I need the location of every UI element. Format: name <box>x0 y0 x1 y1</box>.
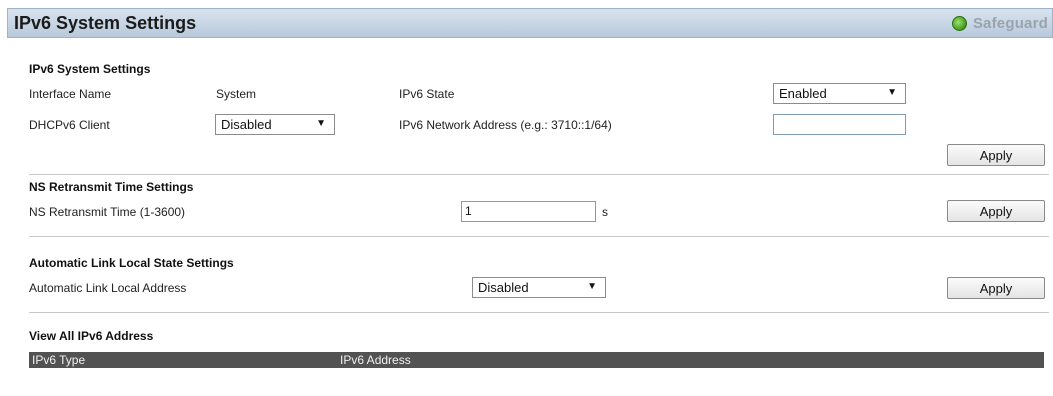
ipv6-address-table-header: IPv6 Type IPv6 Address <box>29 352 1044 368</box>
dhcpv6-client-label: DHCPv6 Client <box>29 118 110 132</box>
column-header-ipv6-address: IPv6 Address <box>340 353 411 367</box>
section-title-link-local: Automatic Link Local State Settings <box>29 256 234 270</box>
ipv6-state-select[interactable]: Enabled ▼ <box>773 83 906 104</box>
apply-button-ns-retransmit[interactable]: Apply <box>947 200 1045 222</box>
link-local-address-label: Automatic Link Local Address <box>29 281 187 295</box>
section-title-ns-retransmit: NS Retransmit Time Settings <box>29 180 194 194</box>
chevron-down-icon: ▼ <box>316 118 326 129</box>
network-address-label: IPv6 Network Address (e.g.: 3710::1/64) <box>399 118 612 132</box>
interface-name-value: System <box>216 87 257 101</box>
page-title: IPv6 System Settings <box>14 13 197 33</box>
safeguard-status-icon <box>951 16 967 31</box>
chevron-down-icon: ▼ <box>587 281 597 292</box>
link-local-address-selected: Disabled <box>478 280 529 295</box>
ns-retransmit-unit: s <box>602 205 608 219</box>
ns-retransmit-time-label: NS Retransmit Time (1-3600) <box>29 205 186 219</box>
link-local-address-select[interactable]: Disabled ▼ <box>472 277 606 298</box>
ipv6-state-label: IPv6 State <box>399 87 455 101</box>
safeguard-indicator: Safeguard <box>951 15 1048 32</box>
dhcpv6-client-selected: Disabled <box>221 117 272 132</box>
safeguard-label: Safeguard <box>972 15 1048 32</box>
column-header-ipv6-type: IPv6 Type <box>32 353 86 367</box>
section-title-ipv6-system: IPv6 System Settings <box>29 62 151 76</box>
section-divider <box>29 312 1049 313</box>
title-bar: IPv6 System Settings Safeguard <box>7 8 1053 38</box>
apply-button-ipv6-system[interactable]: Apply <box>947 144 1045 166</box>
chevron-down-icon: ▼ <box>887 87 897 98</box>
network-address-input[interactable] <box>773 114 906 135</box>
ipv6-state-selected: Enabled <box>779 86 827 101</box>
dhcpv6-client-select[interactable]: Disabled ▼ <box>215 114 335 135</box>
ns-retransmit-time-input[interactable]: 1 <box>461 201 596 222</box>
section-divider <box>29 236 1049 237</box>
section-title-view-all: View All IPv6 Address <box>29 329 154 343</box>
interface-name-label: Interface Name <box>29 87 112 101</box>
apply-button-link-local[interactable]: Apply <box>947 277 1045 299</box>
section-divider <box>29 174 1049 175</box>
